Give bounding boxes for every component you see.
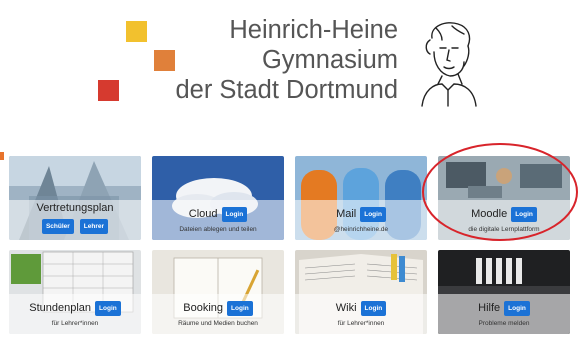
login-button[interactable]: Login (360, 206, 386, 222)
login-button[interactable]: Login (511, 206, 537, 222)
tile-title: Wiki (335, 302, 357, 314)
login-schueler-button[interactable]: Schüler (41, 219, 74, 234)
tile-subtitle: für Lehrer*innen (337, 320, 385, 327)
tile-booking: Booking Login Räume und Medien buchen (152, 250, 284, 334)
edge-marker (0, 152, 4, 160)
site-header: Heinrich-Heine Gymnasium der Stadt Dortm… (0, 0, 581, 125)
login-button[interactable]: Login (227, 300, 253, 316)
tile-title: Stundenplan (29, 302, 92, 314)
login-button[interactable]: Login (504, 300, 530, 316)
school-name-line-2: Gymnasium (261, 46, 398, 74)
tile-vertretungsplan: Vertretungsplan Schüler Lehrer (9, 156, 141, 240)
tile-subtitle: die digitale Lernplattform (468, 226, 540, 233)
tile-title: Cloud (188, 208, 218, 220)
heine-portrait-icon (421, 22, 477, 107)
logo-square-yellow (126, 21, 147, 42)
tile-cloud: Cloud Login Dateien ablegen und teilen (152, 156, 284, 240)
login-lehrer-button[interactable]: Lehrer (79, 219, 109, 234)
logo-square-red (98, 80, 119, 101)
tile-moodle: Moodle Login die digitale Lernplattform (438, 156, 570, 240)
tile-mail: Mail Login @heinrichheine.de (295, 156, 427, 240)
tile-subtitle: Probleme melden (478, 320, 530, 327)
tile-subtitle: Dateien ablegen und teilen (179, 226, 257, 233)
tile-title: Booking (183, 302, 224, 314)
tile-title: Vertretungsplan (36, 202, 114, 214)
tile-title: Moodle (471, 208, 508, 220)
tile-subtitle: für Lehrer*innen (51, 320, 99, 327)
tile-subtitle: Räume und Medien buchen (178, 320, 258, 327)
tile-subtitle: @heinrichheine.de (333, 226, 389, 233)
tile-hilfe: Hilfe Login Probleme melden (438, 250, 570, 334)
tile-title: Hilfe (478, 302, 501, 314)
tile-title: Mail (336, 208, 357, 220)
tile-wiki: Wiki Login für Lehrer*innen (295, 250, 427, 334)
school-name: Heinrich-Heine Gymnasium der Stadt Dortm… (175, 15, 398, 105)
tile-stundenplan: Stundenplan Login für Lehrer*innen (9, 250, 141, 334)
login-button[interactable]: Login (221, 206, 248, 222)
school-name-line-1: Heinrich-Heine (229, 16, 398, 44)
logo-square-orange (154, 50, 175, 71)
school-name-line-3: der Stadt Dortmund (175, 76, 398, 104)
login-button[interactable]: Login (95, 300, 121, 316)
login-button[interactable]: Login (360, 300, 387, 316)
